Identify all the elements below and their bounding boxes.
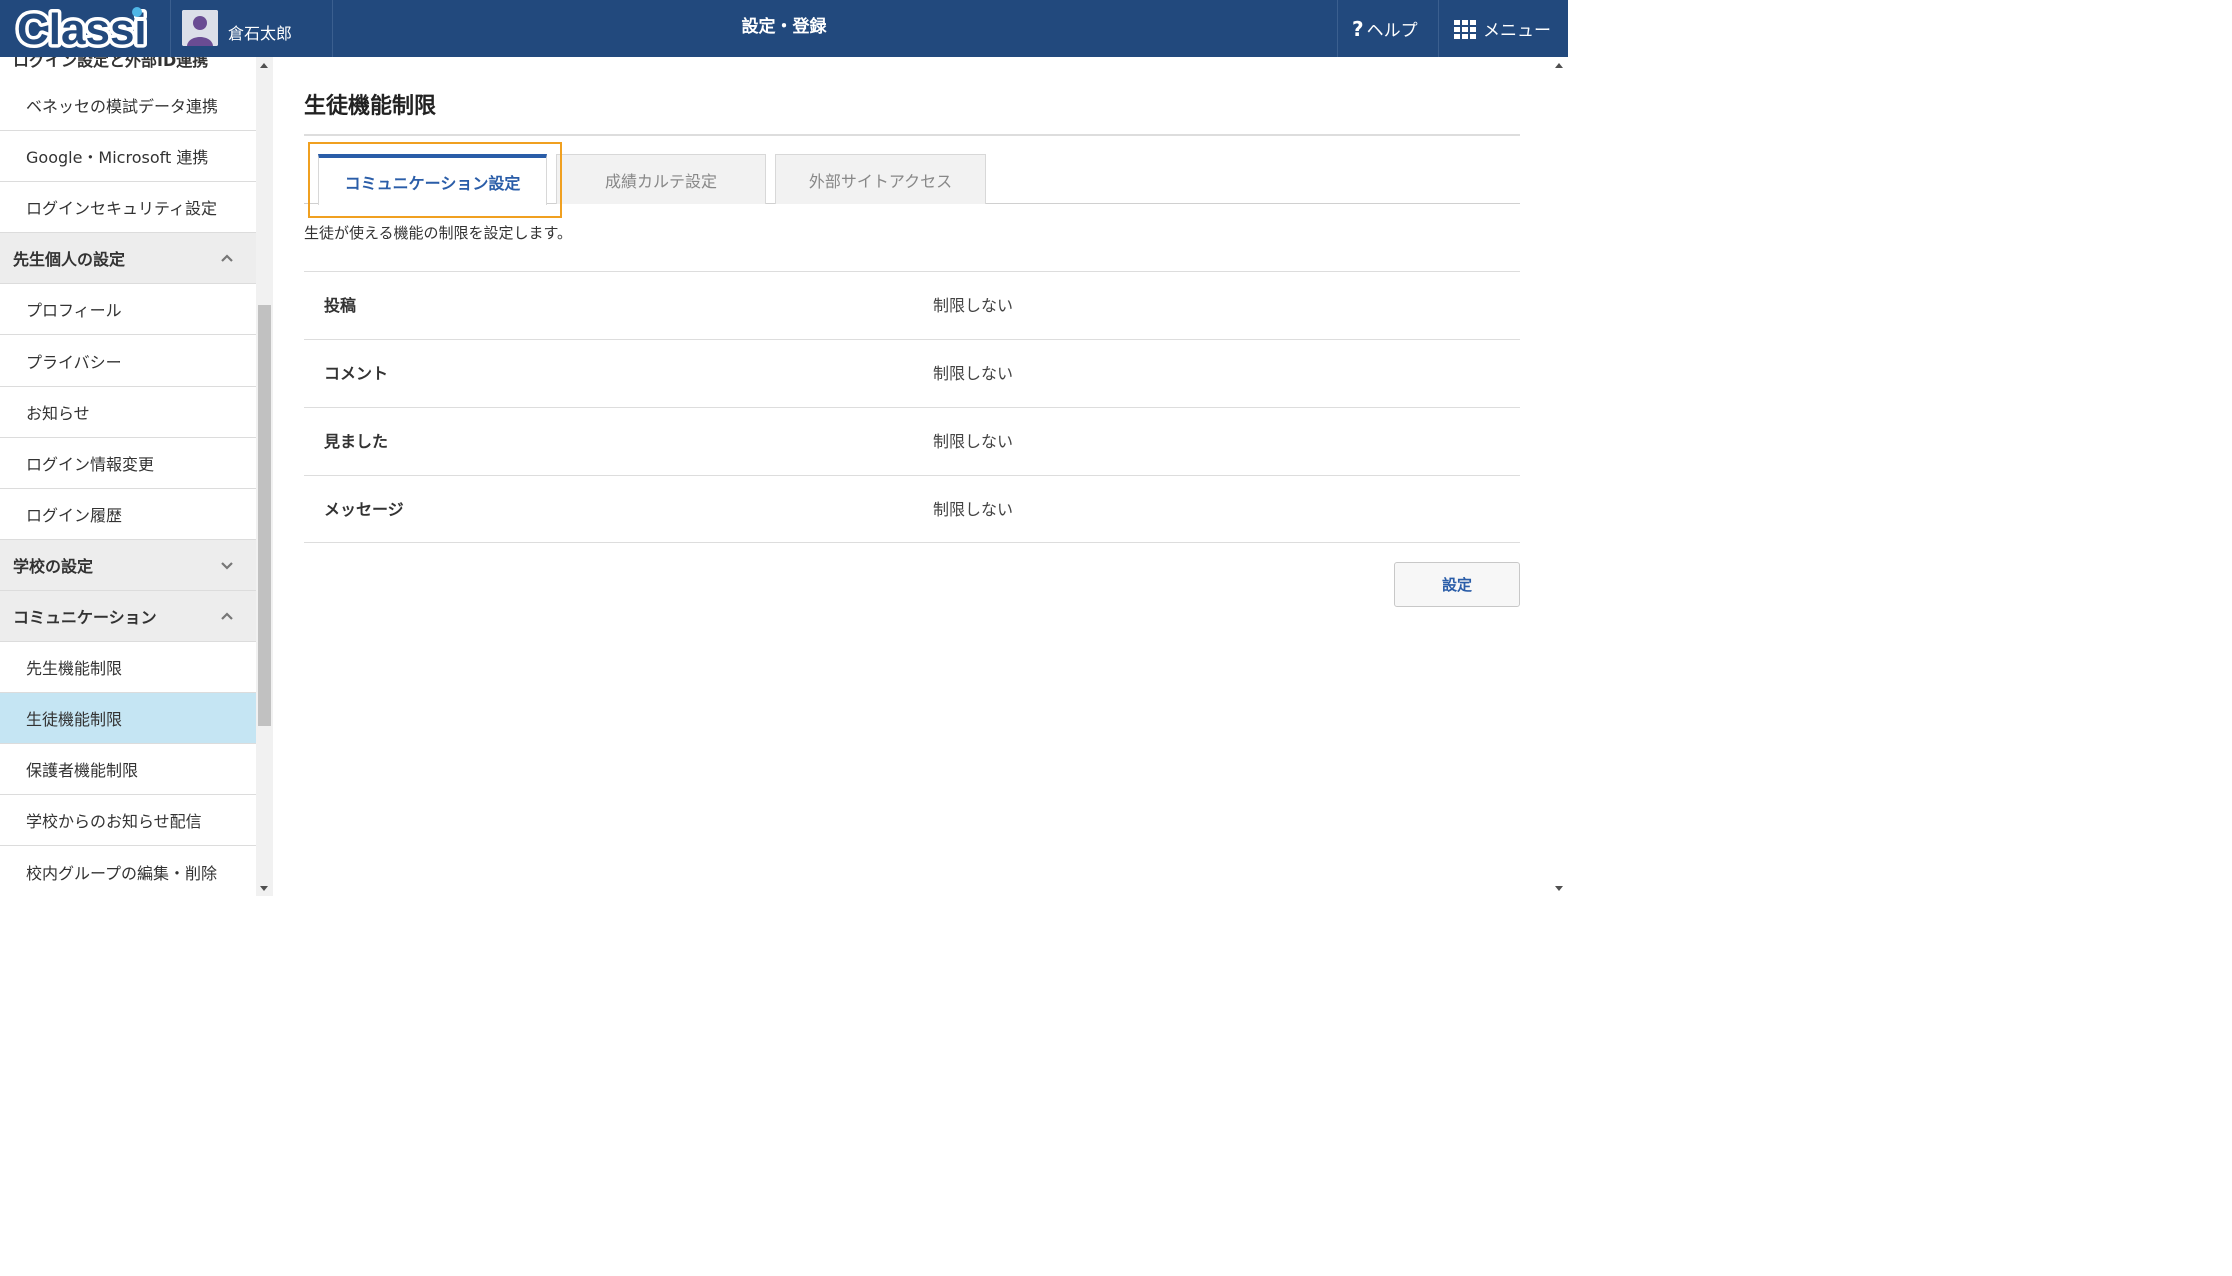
header-divider [170, 0, 171, 57]
user-info[interactable]: 倉石太郎 [182, 0, 292, 57]
row-value: 制限しない [933, 500, 1014, 519]
header-divider [332, 0, 333, 57]
header-divider [1438, 0, 1439, 57]
user-name: 倉石太郎 [228, 23, 293, 43]
header-divider [1337, 0, 1338, 57]
tab-communication[interactable]: コミュニケーション設定 [318, 154, 547, 205]
help-label: ヘルプ [1366, 21, 1418, 41]
row-value: 制限しない [933, 432, 1014, 451]
top-header: Classi Classi 倉石太郎 設定・登録 ? ヘルプ メニュー [0, 0, 1568, 58]
sidebar-item[interactable]: Google・Microsoft 連携 [0, 131, 256, 183]
sidebar-item-label: 保護者機能制限 [26, 761, 139, 781]
row-label: 見ました [324, 432, 389, 451]
sidebar-item[interactable]: 保護者機能制限 [0, 744, 256, 796]
tab-external-site[interactable]: 外部サイトアクセス [775, 154, 986, 204]
sidebar-item[interactable]: 先生機能制限 [0, 642, 256, 694]
scroll-up-icon[interactable] [260, 63, 268, 68]
table-row[interactable]: コメント 制限しない [304, 339, 1520, 407]
table-row[interactable]: メッセージ 制限しない [304, 475, 1520, 543]
table-row[interactable]: 投稿 制限しない [304, 271, 1520, 339]
sidebar-section[interactable]: 学校の設定 [0, 539, 256, 591]
chevron-up-icon[interactable] [220, 251, 234, 265]
main-title: 生徒機能制限 [304, 94, 437, 119]
row-label: コメント [324, 364, 389, 383]
main-scrollbar[interactable] [1550, 57, 1568, 896]
sidebar-item[interactable]: ログインセキュリティ設定 [0, 182, 256, 234]
sidebar-item[interactable]: プライバシー [0, 336, 256, 387]
scroll-down-icon[interactable] [1555, 886, 1563, 891]
sidebar-item[interactable]: 校内グループの編集・削除 [0, 847, 256, 897]
sidebar-item[interactable]: プロフィール [0, 284, 256, 336]
sidebar-item-label: お知らせ [26, 403, 90, 423]
menu-button[interactable]: メニュー [1454, 0, 1551, 57]
scroll-down-icon[interactable] [260, 886, 268, 891]
sidebar-item-label: プライバシー [26, 352, 122, 372]
restriction-table: 投稿 制限しない コメント 制限しない 見ました 制限しない メッセージ 制限し… [304, 271, 1520, 543]
question-icon: ? [1352, 16, 1364, 41]
menu-label: メニュー [1483, 21, 1551, 41]
table-row[interactable]: 見ました 制限しない [304, 407, 1520, 475]
sidebar-item[interactable]: ログイン履歴 [0, 489, 256, 540]
sidebar-section[interactable]: 先生個人の設定 [0, 233, 256, 285]
row-value: 制限しない [933, 364, 1014, 383]
sidebar-item[interactable]: ログイン情報変更 [0, 438, 256, 489]
chevron-up-icon[interactable] [220, 609, 234, 623]
sidebar-item-label: ログイン情報変更 [26, 454, 155, 474]
sidebar-section-cut[interactable]: ログイン設定と外部ID連携 [0, 57, 256, 68]
scroll-up-icon[interactable] [1555, 63, 1563, 68]
row-label: メッセージ [324, 500, 404, 519]
row-value: 制限しない [933, 296, 1014, 315]
sidebar-item[interactable]: 生徒機能制限 [0, 693, 256, 745]
help-button[interactable]: ? ヘルプ [1352, 0, 1418, 57]
sidebar-item-label: 先生個人の設定 [13, 250, 126, 270]
sidebar-item-label: 生徒機能制限 [26, 710, 123, 730]
title-divider [304, 134, 1520, 136]
sidebar: ログイン設定と外部ID連携 ベネッセの模試データ連携 Google・Microso… [0, 57, 256, 896]
sidebar-item-label: 学校からのお知らせ配信 [26, 812, 202, 832]
sidebar-scroll-thumb[interactable] [258, 305, 271, 726]
sidebar-item[interactable]: ベネッセの模試データ連携 [0, 80, 256, 131]
sidebar-item-label: ベネッセの模試データ連携 [26, 97, 219, 116]
sidebar-item-label: ログインセキュリティ設定 [26, 199, 218, 219]
avatar [182, 9, 218, 46]
grid-menu-icon [1454, 19, 1476, 39]
sidebar-item-label: プロフィール [26, 301, 122, 321]
sidebar-item-label: コミュニケーション [13, 608, 157, 627]
description: 生徒が使える機能の制限を設定します。 [304, 224, 573, 242]
classi-logo[interactable]: Classi Classi [14, 2, 154, 58]
sidebar-item-label: 先生機能制限 [26, 659, 123, 679]
sidebar-section[interactable]: コミュニケーション [0, 591, 256, 642]
tab-grade-karte[interactable]: 成績カルテ設定 [556, 154, 766, 204]
sidebar-item-label: 学校の設定 [13, 556, 94, 576]
set-button[interactable]: 設定 [1394, 562, 1520, 607]
sidebar-item[interactable]: 学校からのお知らせ配信 [0, 795, 256, 847]
sidebar-item-label: ログイン履歴 [26, 505, 123, 525]
chevron-down-icon[interactable] [220, 558, 234, 572]
sidebar-item[interactable]: お知らせ [0, 387, 256, 438]
row-label: 投稿 [324, 296, 357, 315]
sidebar-item-label: Google・Microsoft 連携 [26, 148, 209, 168]
svg-text:Classi: Classi [17, 5, 147, 54]
sidebar-item-label: 校内グループの編集・削除 [26, 863, 218, 883]
